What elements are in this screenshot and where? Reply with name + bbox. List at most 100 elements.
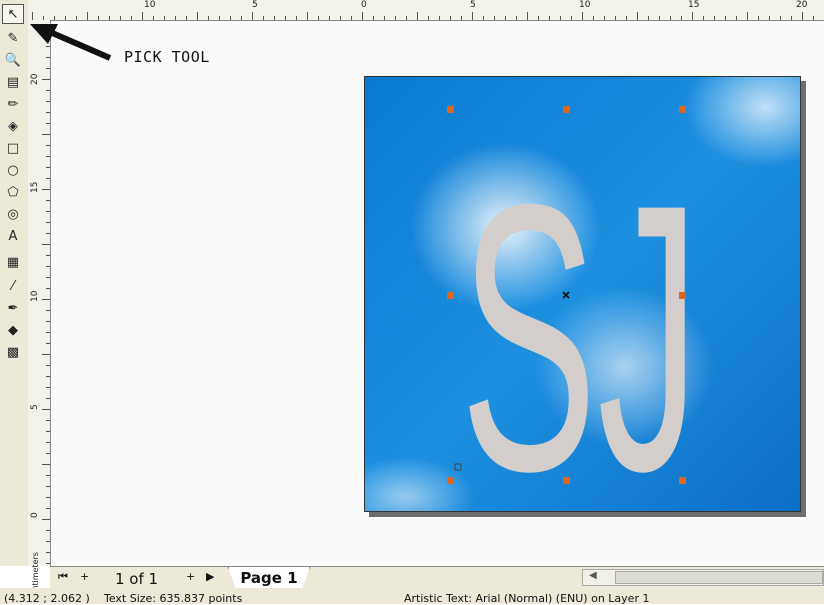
page-artwork[interactable]: SJ <box>364 76 801 512</box>
ruler-tick-label: 15 <box>688 0 700 10</box>
ellipse-tool[interactable]: ○ <box>2 160 24 180</box>
ruler-tick <box>351 16 352 20</box>
rectangle-tool[interactable]: □ <box>2 138 24 158</box>
selection-handle[interactable] <box>563 106 570 113</box>
zoom-tool[interactable]: 🔍 <box>2 50 24 70</box>
ruler-tick <box>329 16 330 20</box>
ruler-tick <box>131 16 132 20</box>
ruler-tick <box>736 16 737 20</box>
status-bar: (4.312 ; 2.062 ) Text Size: 635.837 poin… <box>0 588 824 605</box>
ruler-tick <box>46 431 50 432</box>
shape-tool[interactable]: ✎ <box>2 28 24 48</box>
ruler-tick <box>241 16 242 20</box>
ruler-tick <box>703 16 704 20</box>
pick-tool[interactable]: ↖ <box>2 4 24 24</box>
ruler-tick <box>46 332 50 333</box>
selection-handle[interactable] <box>679 477 686 484</box>
ruler-tick <box>274 16 275 20</box>
scroll-left-icon[interactable]: ◀ <box>589 570 597 581</box>
ruler-tick <box>42 244 50 245</box>
ruler-tick-label: 20 <box>30 73 40 85</box>
ruler-tick <box>42 519 50 520</box>
add-page-before-icon[interactable]: + <box>80 570 89 583</box>
ruler-tick <box>164 16 165 20</box>
scrollbar-thumb[interactable] <box>615 571 823 584</box>
ruler-tick <box>46 288 50 289</box>
ruler-tick <box>769 16 770 20</box>
ruler-tick <box>494 16 495 20</box>
ruler-tick <box>46 563 50 564</box>
ruler-tick <box>516 16 517 20</box>
first-page-icon[interactable]: ⏮ <box>58 570 68 584</box>
ruler-tick <box>46 398 50 399</box>
text-size-info: Text Size: 635.837 points <box>104 592 243 605</box>
ruler-tick <box>318 16 319 20</box>
eyedropper-tool[interactable]: ⁄ <box>2 276 24 296</box>
ruler-tick <box>659 16 660 20</box>
ruler-tick <box>747 12 748 20</box>
basic-shapes-tool[interactable]: ◎ <box>2 204 24 224</box>
ruler-tick <box>46 233 50 234</box>
ruler-tick-label: 15 <box>30 181 40 193</box>
toolbox: ↖ ✎ 🔍 ▤ ✏ ◈ □ ○ ⬠ ◎ A ▦ ⁄ ✒ ◆ ▩ <box>0 0 29 566</box>
ruler-tick <box>208 16 209 20</box>
page-tab[interactable]: Page 1 <box>228 567 310 590</box>
add-page-after-icon[interactable]: + <box>186 570 195 583</box>
ruler-tick <box>692 12 693 20</box>
ruler-tick <box>483 16 484 20</box>
horizontal-ruler[interactable]: 10 5 0 5 10 15 20 <box>28 0 824 21</box>
ruler-tick <box>46 552 50 553</box>
ruler-tick <box>46 530 50 531</box>
ruler-tick <box>252 12 253 20</box>
freehand-tool[interactable]: ✏ <box>2 94 24 114</box>
ruler-tick <box>406 16 407 20</box>
ruler-tick <box>46 277 50 278</box>
ruler-tick <box>46 442 50 443</box>
ruler-tick <box>626 16 627 20</box>
cursor-coordinates: (4.312 ; 2.062 ) <box>4 592 90 605</box>
page-count-label: 1 of 1 <box>115 570 159 588</box>
selection-handle[interactable] <box>447 106 454 113</box>
fill-tool[interactable]: ◆ <box>2 320 24 340</box>
ruler-tick <box>307 12 308 20</box>
ruler-tick <box>42 134 50 135</box>
outline-tool[interactable]: ✒ <box>2 298 24 318</box>
ruler-tick <box>46 497 50 498</box>
smart-fill-tool[interactable]: ◈ <box>2 116 24 136</box>
ruler-tick <box>395 16 396 20</box>
ruler-tick <box>46 90 50 91</box>
ruler-tick <box>362 12 363 20</box>
interactive-fill-tool[interactable]: ▩ <box>2 342 24 362</box>
ruler-tick <box>538 16 539 20</box>
selection-handle[interactable] <box>447 292 454 299</box>
dimension-tool[interactable]: ▤ <box>2 72 24 92</box>
ruler-tick <box>527 12 528 20</box>
ruler-tick-label: 5 <box>252 0 258 10</box>
selection-handle[interactable] <box>563 477 570 484</box>
ruler-tick <box>461 16 462 20</box>
selection-handle[interactable] <box>679 106 686 113</box>
ruler-tick <box>230 16 231 20</box>
vertical-ruler[interactable]: centimeters 20 15 10 5 0 <box>28 20 51 600</box>
text-tool[interactable]: A <box>2 226 24 246</box>
ruler-tick <box>472 12 473 20</box>
ruler-tick <box>32 12 33 20</box>
ruler-tick <box>46 178 50 179</box>
ruler-tick <box>46 321 50 322</box>
ruler-tick <box>615 16 616 20</box>
horizontal-scrollbar[interactable]: ◀ <box>582 569 824 586</box>
interactive-blend-tool[interactable]: ▦ <box>2 252 24 272</box>
selection-handle[interactable] <box>447 477 454 484</box>
ruler-tick <box>46 508 50 509</box>
ruler-tick <box>780 16 781 20</box>
ruler-tick <box>46 420 50 421</box>
selection-handle[interactable] <box>679 292 686 299</box>
ruler-tick <box>505 16 506 20</box>
last-page-icon[interactable]: ▶ <box>206 570 214 583</box>
polygon-tool[interactable]: ⬠ <box>2 182 24 202</box>
artwork-letters[interactable]: SJ <box>460 125 700 512</box>
ruler-tick <box>46 167 50 168</box>
ruler-tick <box>450 16 451 20</box>
ruler-tick <box>648 16 649 20</box>
page-navigator: ⏮ + 1 of 1 + ▶ Page 1 ◀ <box>50 566 824 590</box>
